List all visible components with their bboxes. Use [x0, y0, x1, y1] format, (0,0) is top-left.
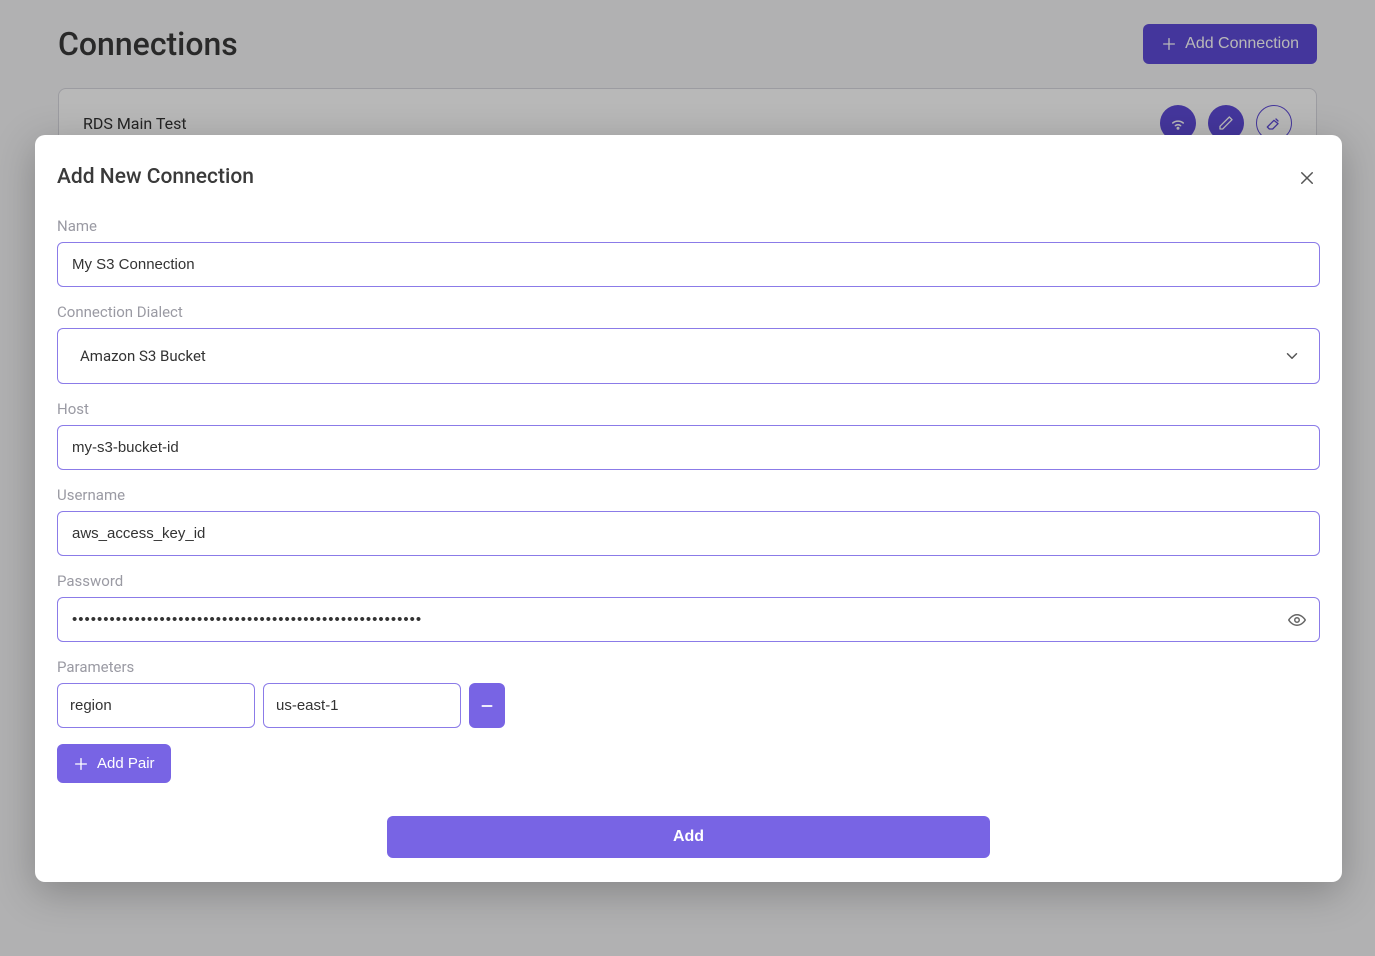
password-label: Password: [57, 572, 1320, 590]
username-input[interactable]: [57, 511, 1320, 556]
add-pair-label: Add Pair: [97, 755, 155, 772]
close-icon: [1298, 169, 1316, 187]
modal-form: Name Connection Dialect Amazon S3 Bucket…: [57, 217, 1320, 802]
modal-footer: Add: [57, 816, 1320, 858]
chevron-down-icon: [1283, 347, 1301, 365]
plus-icon: [73, 756, 89, 772]
parameter-value-input[interactable]: [263, 683, 461, 728]
password-wrap: [57, 597, 1320, 642]
field-host: Host: [57, 400, 1320, 470]
toggle-password-visibility-button[interactable]: [1288, 611, 1306, 629]
remove-pair-button[interactable]: [469, 683, 505, 728]
field-name: Name: [57, 217, 1320, 287]
submit-add-button[interactable]: Add: [387, 816, 990, 858]
host-label: Host: [57, 400, 1320, 418]
password-input[interactable]: [57, 597, 1320, 642]
close-modal-button[interactable]: [1294, 165, 1320, 191]
username-label: Username: [57, 486, 1320, 504]
host-input[interactable]: [57, 425, 1320, 470]
field-username: Username: [57, 486, 1320, 556]
field-password: Password: [57, 572, 1320, 642]
name-label: Name: [57, 217, 1320, 235]
minus-icon: [479, 698, 495, 714]
name-input[interactable]: [57, 242, 1320, 287]
eye-icon: [1288, 611, 1306, 629]
parameter-key-input[interactable]: [57, 683, 255, 728]
parameters-label: Parameters: [57, 658, 1320, 676]
dialect-value: Amazon S3 Bucket: [80, 347, 206, 365]
field-dialect: Connection Dialect Amazon S3 Bucket: [57, 303, 1320, 384]
dialect-label: Connection Dialect: [57, 303, 1320, 321]
dialect-select[interactable]: Amazon S3 Bucket: [57, 328, 1320, 384]
parameter-row: [57, 683, 1320, 728]
modal-header: Add New Connection: [57, 165, 1320, 191]
add-pair-button[interactable]: Add Pair: [57, 744, 171, 783]
field-parameters: Parameters Add Pair: [57, 658, 1320, 783]
add-connection-modal: Add New Connection Name Connection Diale…: [35, 135, 1342, 882]
modal-title: Add New Connection: [57, 165, 254, 189]
